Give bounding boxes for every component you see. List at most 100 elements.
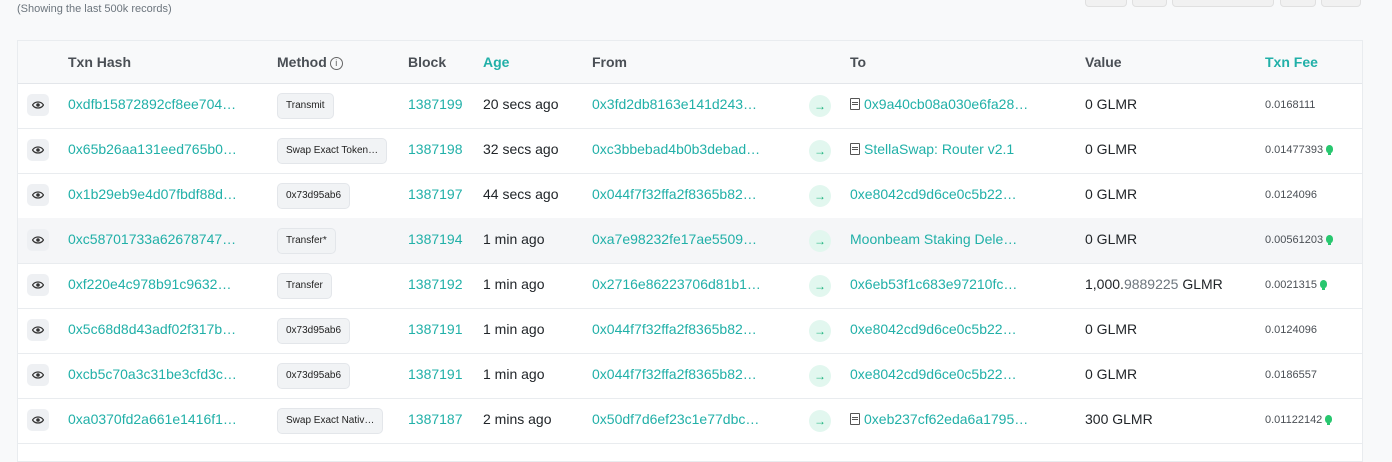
col-method-label: Method bbox=[277, 54, 327, 70]
method-badge: Swap Exact Token… bbox=[277, 138, 388, 164]
col-method: Method i bbox=[277, 54, 343, 70]
eye-icon[interactable] bbox=[27, 364, 49, 386]
method-badge: Transfer* bbox=[277, 228, 336, 254]
block-link[interactable]: 1387187 bbox=[408, 411, 463, 427]
value-cell: 1,000.9889225 GLMR bbox=[1085, 276, 1223, 292]
to-address-link[interactable]: 0xe8042cd9d6ce0c5b22… bbox=[850, 186, 1017, 202]
to-address-link[interactable]: StellaSwap: Router v2.1 bbox=[850, 141, 1014, 157]
eye-icon[interactable] bbox=[27, 229, 49, 251]
block-link[interactable]: 1387191 bbox=[408, 366, 463, 382]
value-main: 0 GLMR bbox=[1085, 96, 1138, 112]
col-block: Block bbox=[408, 54, 447, 70]
method-badge: Transfer bbox=[277, 273, 332, 299]
lightbulb-icon[interactable] bbox=[1326, 235, 1334, 245]
from-address-link[interactable]: 0x50df7d6ef23c1e77dbc… bbox=[592, 411, 759, 427]
txn-hash-link[interactable]: 0x1b29eb9e4d07fbdf88d… bbox=[68, 186, 237, 202]
eye-icon[interactable] bbox=[27, 409, 49, 431]
from-address-link[interactable]: 0xa7e98232fe17ae5509… bbox=[592, 231, 757, 247]
eye-icon[interactable] bbox=[27, 94, 49, 116]
value-main: 0 GLMR bbox=[1085, 186, 1138, 202]
value-unit: GLMR bbox=[1178, 276, 1223, 292]
arrow-right-icon: → bbox=[809, 140, 831, 162]
to-address-link[interactable]: Moonbeam Staking Dele… bbox=[850, 231, 1017, 247]
block-link[interactable]: 1387198 bbox=[408, 141, 463, 157]
toolbar-button[interactable] bbox=[1132, 0, 1167, 7]
txn-hash-link[interactable]: 0xc58701733a62678747… bbox=[68, 231, 236, 247]
method-badge: Transmit bbox=[277, 93, 334, 119]
value-cell: 0 GLMR bbox=[1085, 231, 1137, 247]
table-header: Txn Hash Method i Block Age From To Value… bbox=[18, 41, 1362, 84]
block-link[interactable]: 1387192 bbox=[408, 276, 463, 292]
col-to: To bbox=[850, 54, 867, 70]
age-text: 1 min ago bbox=[483, 231, 545, 247]
to-address-text[interactable]: 0x9a40cb08a030e6fa28… bbox=[864, 96, 1028, 112]
to-address-text[interactable]: StellaSwap: Router v2.1 bbox=[864, 141, 1014, 157]
table-row: 0xdfb15872892cf8ee704… Transmit 1387199 20 … bbox=[18, 83, 1362, 129]
to-address-text[interactable]: Moonbeam Staking Dele… bbox=[850, 231, 1017, 247]
to-address-link[interactable]: 0xe8042cd9d6ce0c5b22… bbox=[850, 366, 1017, 382]
arrow-right-icon: → bbox=[809, 95, 831, 117]
fee-text: 0.00561203 bbox=[1265, 234, 1324, 246]
toolbar-button[interactable] bbox=[1172, 0, 1274, 7]
from-address-link[interactable]: 0xc3bbebad4b0b3debad… bbox=[592, 141, 760, 157]
value-cell: 300 GLMR bbox=[1085, 411, 1153, 427]
to-address-link[interactable]: 0x6eb53f1c683e97210fc… bbox=[850, 276, 1017, 292]
to-address-link[interactable]: 0x9a40cb08a030e6fa28… bbox=[850, 96, 1028, 112]
txn-fee-cell: 0.0124096 bbox=[1265, 189, 1317, 201]
arrow-right-icon: → bbox=[809, 230, 831, 252]
block-link[interactable]: 1387191 bbox=[408, 321, 463, 337]
fee-text: 0.0124096 bbox=[1265, 189, 1317, 201]
value-main: 300 GLMR bbox=[1085, 411, 1153, 427]
txn-hash-link[interactable]: 0xf220e4c978b91c9632… bbox=[68, 276, 231, 292]
eye-icon[interactable] bbox=[27, 274, 49, 296]
age-text: 1 min ago bbox=[483, 276, 545, 292]
lightbulb-icon[interactable] bbox=[1325, 415, 1333, 425]
txn-hash-link[interactable]: 0x5c68d8d43adf02f317b… bbox=[68, 321, 236, 337]
col-age[interactable]: Age bbox=[483, 54, 509, 70]
from-address-link[interactable]: 0x044f7f32ffa2f8365b82… bbox=[592, 186, 757, 202]
lightbulb-icon[interactable] bbox=[1326, 145, 1334, 155]
eye-icon[interactable] bbox=[27, 184, 49, 206]
toolbar-button[interactable] bbox=[1085, 0, 1127, 7]
method-badge: Swap Exact Nativ… bbox=[277, 408, 384, 434]
transactions-table: Txn Hash Method i Block Age From To Value… bbox=[17, 40, 1363, 462]
txn-hash-link[interactable]: 0xcb5c70a3c31be3cfd3c… bbox=[68, 366, 237, 382]
from-address-link[interactable]: 0x2716e86223706d81b1… bbox=[592, 276, 761, 292]
txn-hash-link[interactable]: 0x65b26aa131eed765b0… bbox=[68, 141, 237, 157]
block-link[interactable]: 1387194 bbox=[408, 231, 463, 247]
fee-text: 0.01122142 bbox=[1265, 414, 1323, 426]
value-cell: 0 GLMR bbox=[1085, 186, 1137, 202]
eye-icon[interactable] bbox=[27, 319, 49, 341]
contract-icon bbox=[850, 143, 860, 155]
age-text: 20 secs ago bbox=[483, 96, 559, 112]
to-address-link[interactable]: 0xe8042cd9d6ce0c5b22… bbox=[850, 321, 1017, 337]
lightbulb-icon[interactable] bbox=[1320, 280, 1327, 290]
txn-fee-cell: 0.0168111 bbox=[1265, 99, 1315, 111]
to-address-text[interactable]: 0xe8042cd9d6ce0c5b22… bbox=[850, 366, 1017, 382]
table-row: 0xc58701733a62678747… Transfer* 1387194 1 m… bbox=[18, 218, 1362, 264]
to-address-text[interactable]: 0xeb237cf62eda6a1795… bbox=[864, 411, 1028, 427]
info-icon[interactable]: i bbox=[329, 57, 343, 70]
eye-icon[interactable] bbox=[27, 139, 49, 161]
to-address-link[interactable]: 0xeb237cf62eda6a1795… bbox=[850, 411, 1028, 427]
from-address-link[interactable]: 0x044f7f32ffa2f8365b82… bbox=[592, 321, 757, 337]
to-address-text[interactable]: 0x6eb53f1c683e97210fc… bbox=[850, 276, 1017, 292]
block-link[interactable]: 1387197 bbox=[408, 186, 463, 202]
arrow-right-icon: → bbox=[809, 320, 831, 342]
toolbar-button[interactable] bbox=[1280, 0, 1316, 7]
toolbar-button[interactable] bbox=[1321, 0, 1361, 7]
from-address-link[interactable]: 0x3fd2db8163e141d243… bbox=[592, 96, 757, 112]
txn-hash-link[interactable]: 0xdfb15872892cf8ee704… bbox=[68, 96, 236, 112]
block-link[interactable]: 1387199 bbox=[408, 96, 463, 112]
col-txn-fee[interactable]: Txn Fee bbox=[1265, 54, 1318, 70]
value-main: 0 GLMR bbox=[1085, 366, 1138, 382]
to-address-text[interactable]: 0xe8042cd9d6ce0c5b22… bbox=[850, 321, 1017, 337]
txn-hash-link[interactable]: 0xa0370fd2a661e1416f1… bbox=[68, 411, 237, 427]
txn-fee-cell: 0.0186557 bbox=[1265, 369, 1317, 381]
table-row: 0x1b29eb9e4d07fbdf88d… 0x73d95ab6 1387197 4… bbox=[18, 173, 1362, 219]
to-address-text[interactable]: 0xe8042cd9d6ce0c5b22… bbox=[850, 186, 1017, 202]
age-text: 1 min ago bbox=[483, 366, 545, 382]
value-main: 1,000. bbox=[1085, 276, 1124, 292]
arrow-right-icon: → bbox=[809, 365, 831, 387]
from-address-link[interactable]: 0x044f7f32ffa2f8365b82… bbox=[592, 366, 757, 382]
